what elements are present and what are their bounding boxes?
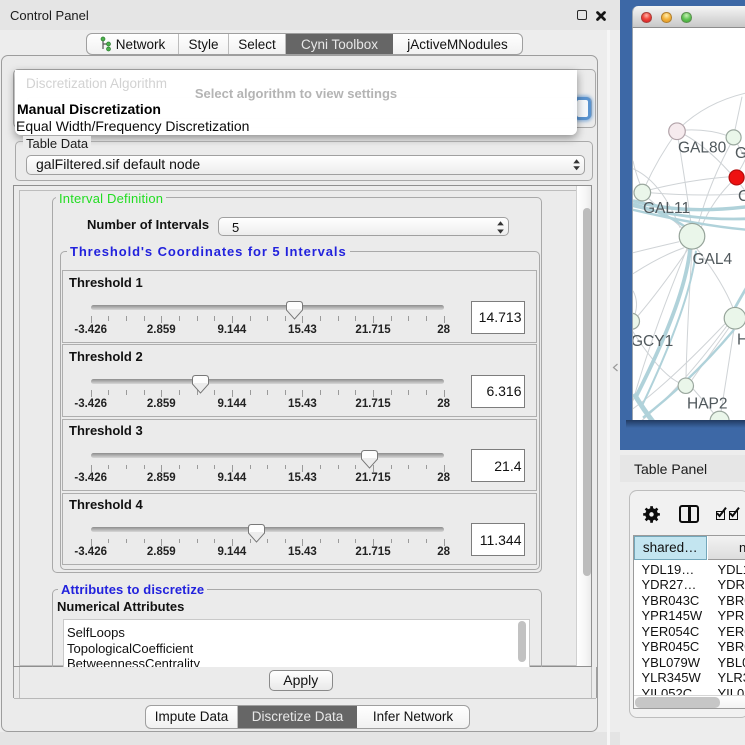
svg-text:GAL4: GAL4 [693,250,733,267]
svg-text:CD: CD [738,187,745,204]
svg-text:GA: GA [735,144,745,161]
svg-text:GCY1: GCY1 [633,332,673,349]
svg-text:GAL80: GAL80 [678,139,727,156]
svg-text:GAL11: GAL11 [643,199,690,216]
svg-text:HI: HI [737,331,745,348]
svg-text:HAP2: HAP2 [687,395,728,412]
